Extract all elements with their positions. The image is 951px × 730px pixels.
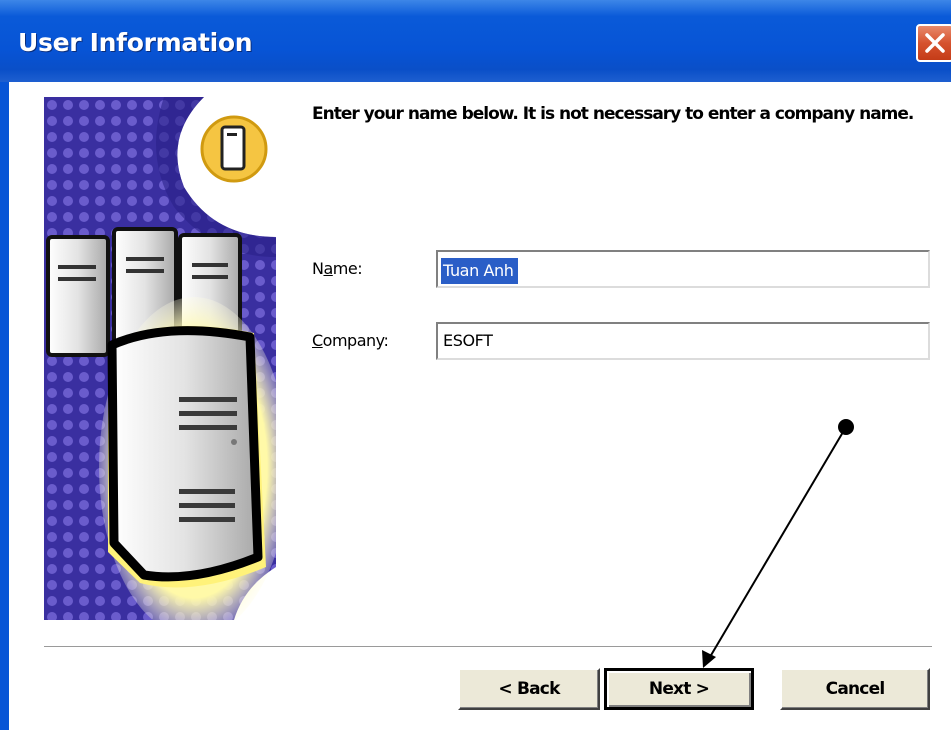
cancel-button[interactable]: Cancel <box>780 668 930 710</box>
separator-line <box>44 646 932 650</box>
server-illustration <box>44 97 276 620</box>
company-field[interactable]: ESOFT <box>436 322 930 360</box>
company-value: ESOFT <box>443 331 493 350</box>
company-label: Company: <box>312 331 389 350</box>
next-button[interactable]: Next > <box>604 668 754 710</box>
title-bar[interactable]: User Information <box>0 0 951 82</box>
back-button[interactable]: < Back <box>458 668 600 710</box>
name-field[interactable]: Tuan Anh <box>436 250 930 288</box>
close-icon <box>925 33 945 53</box>
instruction-text: Enter your name below. It is not necessa… <box>312 104 914 124</box>
name-value-selected: Tuan Anh <box>441 258 518 284</box>
window-left-border <box>0 82 9 730</box>
close-button[interactable] <box>916 24 951 62</box>
name-label: Name: <box>312 259 363 278</box>
window-title: User Information <box>18 28 253 57</box>
